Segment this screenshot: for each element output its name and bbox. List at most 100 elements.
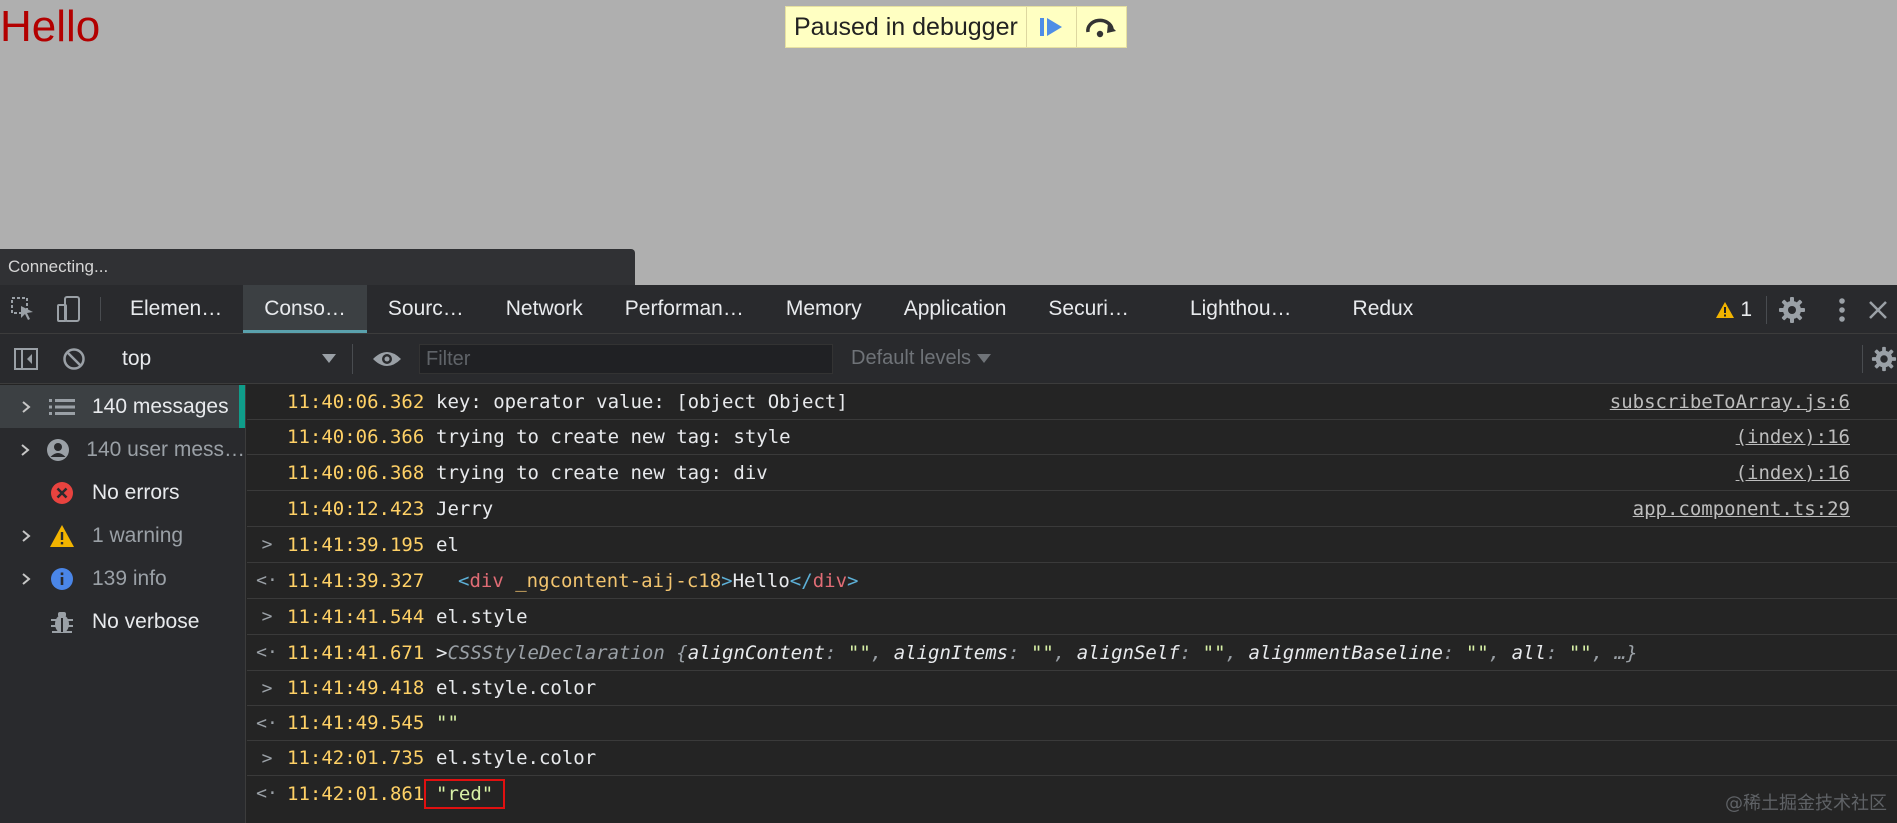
tab-memory[interactable]: Memory — [765, 285, 883, 333]
clear-console-button[interactable] — [50, 334, 98, 384]
result-arrow-icon: <· — [256, 712, 278, 734]
list-icon — [44, 398, 80, 416]
devtools-panel: Elemen… Conso… Sourc… Network Performan…… — [0, 285, 1897, 823]
tab-application[interactable]: Application — [883, 285, 1028, 333]
timestamp: 11:40:06.366 — [287, 426, 425, 448]
timestamp: 11:40:06.362 — [287, 391, 425, 413]
source-link[interactable]: subscribeToArray.js:6 — [1610, 391, 1850, 413]
console-input-row: > 11:42:01.735 el.style.color — [247, 741, 1897, 776]
sidebar-item-label: 140 messages — [92, 394, 229, 418]
chevron-right-icon — [14, 400, 38, 414]
tab-sources[interactable]: Sourc… — [367, 285, 485, 333]
console-settings-button[interactable] — [1863, 334, 1897, 384]
sidebar-item-messages[interactable]: 140 messages — [0, 385, 245, 428]
log-levels-dropdown[interactable]: Default levels — [851, 347, 992, 370]
object-preview[interactable]: >CSSStyleDeclaration {alignContent: "", … — [436, 642, 1638, 664]
sidebar-item-errors[interactable]: No errors — [0, 471, 245, 514]
toggle-sidebar-button[interactable] — [2, 334, 50, 384]
gear-icon — [1871, 346, 1897, 372]
more-options-button[interactable] — [1817, 285, 1867, 334]
page-viewport: Hello Paused in debugger Connecting... — [0, 0, 1897, 285]
input-chevron-icon: > — [261, 534, 273, 555]
sidebar-item-label: No verbose — [92, 609, 200, 633]
console-input-row: > 11:41:41.544 el.style — [247, 599, 1897, 635]
context-selector[interactable]: top — [102, 342, 342, 376]
dom-node-result[interactable]: <div _ngcontent-aij-c18>Hello</div> — [458, 570, 858, 592]
log-levels-label: Default levels — [851, 347, 972, 369]
connecting-status: Connecting... — [0, 249, 635, 285]
timestamp: 11:41:39.195 — [287, 533, 425, 556]
console-result-row: <· 11:42:01.861 "red" — [247, 776, 1897, 811]
sidebar-item-warnings[interactable]: 1 warning — [0, 514, 245, 557]
expand-triangle-icon[interactable]: > — [436, 642, 447, 664]
close-devtools-button[interactable] — [1867, 285, 1897, 334]
sidebar-item-label: 1 warning — [92, 523, 184, 547]
message-text: trying to create new tag: style — [436, 426, 791, 448]
result-arrow-icon: <· — [256, 783, 278, 804]
source-link[interactable]: (index):16 — [1736, 426, 1850, 448]
tab-security[interactable]: Securi… — [1027, 285, 1169, 333]
tab-redux[interactable]: Redux — [1332, 285, 1435, 333]
console-result-row: <· 11:41:49.545 "" — [247, 706, 1897, 741]
step-over-button[interactable] — [1075, 7, 1126, 47]
timestamp: 11:41:49.545 — [287, 712, 425, 734]
sidebar-item-user-messages[interactable]: 140 user mess… — [0, 428, 245, 471]
result-arrow-icon: <· — [256, 642, 278, 663]
toolbar-divider — [352, 343, 353, 374]
console-result-row: <· 11:41:39.327 <div _ngcontent-aij-c18>… — [247, 563, 1897, 599]
inspect-element-button[interactable] — [0, 285, 46, 333]
message-text: Jerry — [436, 497, 494, 520]
step-over-icon — [1086, 18, 1117, 38]
live-expression-button[interactable] — [363, 334, 411, 384]
tab-network[interactable]: Network — [485, 285, 604, 333]
paused-in-debugger-banner: Paused in debugger — [785, 6, 1127, 48]
toolbar-actions — [1862, 334, 1897, 384]
console-result-row: <· 11:41:41.671 >CSSStyleDeclaration {al… — [247, 635, 1897, 671]
user-icon — [42, 438, 75, 462]
console-sidebar: 140 messages 140 user mess… No errors 1 … — [0, 385, 246, 823]
result-value: "" — [436, 712, 459, 734]
input-chevron-icon: > — [261, 606, 273, 627]
chevron-right-icon — [14, 572, 38, 586]
kebab-menu-icon — [1839, 297, 1845, 322]
tab-elements[interactable]: Elemen… — [109, 285, 243, 333]
sidebar-toggle-icon — [14, 347, 38, 370]
timestamp: 11:42:01.735 — [287, 747, 425, 769]
warning-icon — [1716, 301, 1735, 318]
input-chevron-icon: > — [261, 747, 273, 769]
devtools-tab-bar: Elemen… Conso… Sourc… Network Performan…… — [0, 285, 1897, 334]
context-value: top — [122, 346, 152, 370]
input-chevron-icon: > — [261, 677, 273, 699]
console-message-row: 11:40:06.366 trying to create new tag: s… — [247, 420, 1897, 455]
tab-lighthouse[interactable]: Lighthou… — [1169, 285, 1332, 333]
highlighted-result-value: "red" — [424, 778, 506, 809]
device-mode-icon — [57, 296, 80, 322]
device-toolbar-button[interactable] — [46, 285, 92, 333]
resume-button[interactable] — [1025, 7, 1076, 47]
timestamp: 11:41:49.418 — [287, 677, 425, 699]
console-message-row: 11:40:06.368 trying to create new tag: d… — [247, 455, 1897, 491]
sidebar-item-verbose[interactable]: No verbose — [0, 600, 245, 643]
tab-bar-actions: 1 — [1701, 285, 1897, 334]
warnings-counter[interactable]: 1 — [1701, 298, 1766, 322]
chevron-right-icon — [14, 529, 38, 543]
timestamp: 11:42:01.861 — [287, 782, 425, 805]
console-toolbar: top Filter Default levels — [0, 334, 1897, 384]
filter-input[interactable]: Filter — [419, 343, 833, 374]
sidebar-item-info[interactable]: 139 info — [0, 557, 245, 600]
watermark: @稀土掘金技术社区 — [1725, 793, 1887, 814]
close-icon — [1869, 300, 1887, 319]
info-icon — [44, 567, 80, 591]
source-link[interactable]: (index):16 — [1736, 462, 1850, 484]
tab-console[interactable]: Conso… — [243, 285, 367, 333]
settings-button[interactable] — [1767, 285, 1817, 334]
warning-icon — [44, 524, 80, 548]
console-message-row: 11:40:12.423 Jerry app.component.ts:29 — [247, 491, 1897, 527]
result-arrow-icon: <· — [256, 570, 278, 591]
tab-separator — [100, 297, 101, 321]
timestamp: 11:41:39.327 — [287, 569, 425, 592]
block-icon — [63, 347, 85, 370]
source-link[interactable]: app.component.ts:29 — [1633, 498, 1850, 520]
timestamp: 11:40:06.368 — [287, 461, 425, 484]
tab-performance[interactable]: Performan… — [604, 285, 765, 333]
